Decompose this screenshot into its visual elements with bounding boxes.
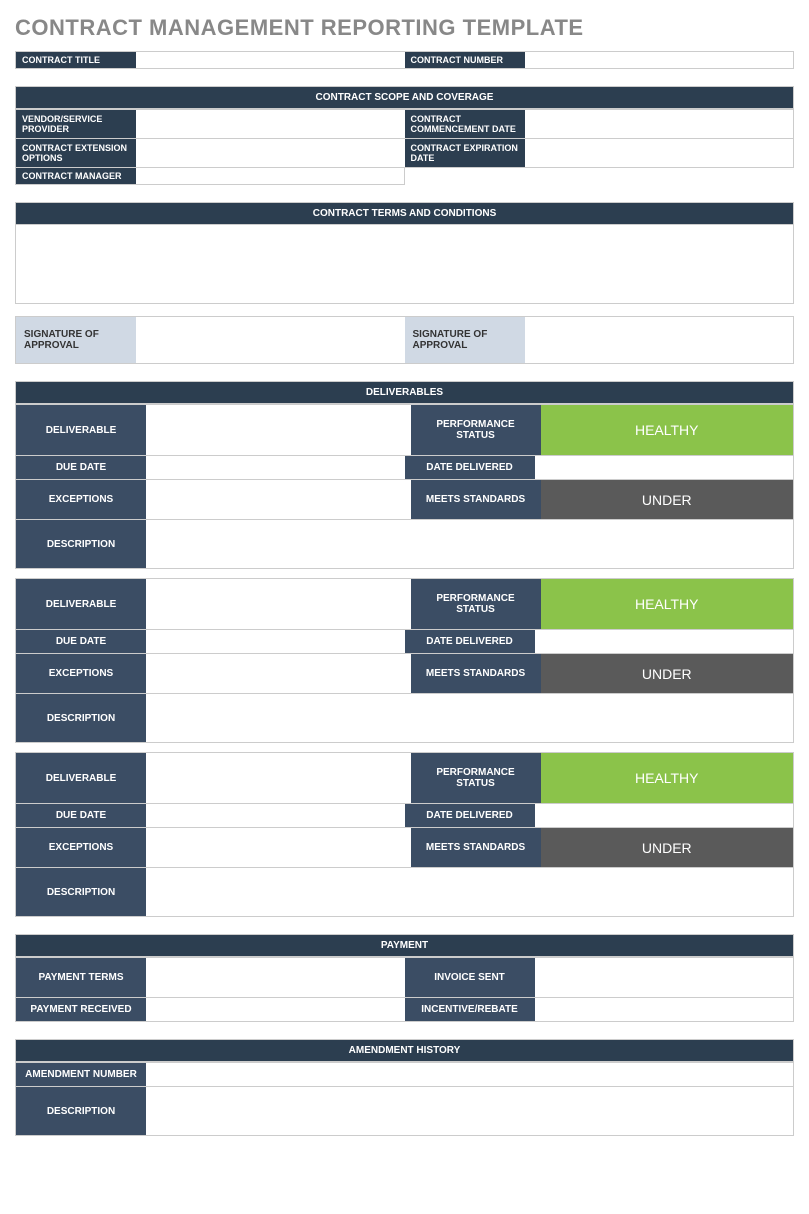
date-delivered-value[interactable] bbox=[535, 630, 794, 653]
date-delivered-label: DATE DELIVERED bbox=[405, 804, 535, 827]
performance-status[interactable]: HEALTHY bbox=[541, 753, 794, 803]
description-label: DESCRIPTION bbox=[16, 868, 146, 916]
meets-standards-label: MEETS STANDARDS bbox=[411, 480, 541, 519]
description-value[interactable] bbox=[146, 520, 793, 568]
meets-standards-label: MEETS STANDARDS bbox=[411, 828, 541, 867]
amendment-header: AMENDMENT HISTORY bbox=[15, 1039, 794, 1062]
payment-received-label: PAYMENT RECEIVED bbox=[16, 998, 146, 1021]
contract-number-label: CONTRACT NUMBER bbox=[405, 52, 525, 68]
signature-1-label: SIGNATURE OF APPROVAL bbox=[16, 317, 136, 363]
performance-label: PERFORMANCE STATUS bbox=[411, 579, 541, 629]
signature-1-value[interactable] bbox=[136, 317, 405, 363]
extension-label: CONTRACT EXTENSION OPTIONS bbox=[16, 139, 136, 167]
performance-label: PERFORMANCE STATUS bbox=[411, 753, 541, 803]
deliverables-header: DELIVERABLES bbox=[15, 381, 794, 404]
description-label: DESCRIPTION bbox=[16, 520, 146, 568]
payment-received-value[interactable] bbox=[146, 998, 405, 1021]
exceptions-label: EXCEPTIONS bbox=[16, 654, 146, 693]
exceptions-value[interactable] bbox=[146, 654, 411, 693]
scope-header: CONTRACT SCOPE AND COVERAGE bbox=[15, 86, 794, 109]
expiration-value[interactable] bbox=[525, 139, 794, 167]
signature-2-label: SIGNATURE OF APPROVAL bbox=[405, 317, 525, 363]
deliverable-value[interactable] bbox=[146, 753, 411, 803]
invoice-sent-label: INVOICE SENT bbox=[405, 958, 535, 997]
commencement-label: CONTRACT COMMENCEMENT DATE bbox=[405, 110, 525, 138]
exceptions-label: EXCEPTIONS bbox=[16, 828, 146, 867]
contract-title-value[interactable] bbox=[136, 52, 405, 68]
terms-content[interactable] bbox=[15, 224, 794, 304]
amendment-description-value[interactable] bbox=[146, 1087, 793, 1135]
payment-terms-label: PAYMENT TERMS bbox=[16, 958, 146, 997]
signature-2-value[interactable] bbox=[525, 317, 794, 363]
deliverable-block: DELIVERABLE PERFORMANCE STATUS HEALTHY D… bbox=[15, 752, 794, 917]
deliverables-section: DELIVERABLES DELIVERABLE PERFORMANCE STA… bbox=[15, 381, 794, 917]
expiration-label: CONTRACT EXPIRATION DATE bbox=[405, 139, 525, 167]
date-delivered-value[interactable] bbox=[535, 804, 794, 827]
exceptions-value[interactable] bbox=[146, 828, 411, 867]
amendment-section: AMENDMENT HISTORY AMENDMENT NUMBER DESCR… bbox=[15, 1039, 794, 1136]
due-date-value[interactable] bbox=[146, 630, 405, 653]
due-date-label: DUE DATE bbox=[16, 456, 146, 479]
deliverable-block: DELIVERABLE PERFORMANCE STATUS HEALTHY D… bbox=[15, 404, 794, 569]
date-delivered-value[interactable] bbox=[535, 456, 794, 479]
vendor-label: VENDOR/SERVICE PROVIDER bbox=[16, 110, 136, 138]
terms-header: CONTRACT TERMS AND CONDITIONS bbox=[15, 202, 794, 225]
due-date-label: DUE DATE bbox=[16, 804, 146, 827]
deliverable-value[interactable] bbox=[146, 579, 411, 629]
amendment-number-value[interactable] bbox=[146, 1063, 793, 1086]
meets-standards-status[interactable]: UNDER bbox=[541, 828, 794, 867]
meets-standards-status[interactable]: UNDER bbox=[541, 654, 794, 693]
amendment-number-label: AMENDMENT NUMBER bbox=[16, 1063, 146, 1086]
description-value[interactable] bbox=[146, 694, 793, 742]
contract-title-section: CONTRACT TITLE CONTRACT NUMBER bbox=[15, 51, 794, 69]
vendor-value[interactable] bbox=[136, 110, 405, 138]
commencement-value[interactable] bbox=[525, 110, 794, 138]
performance-label: PERFORMANCE STATUS bbox=[411, 405, 541, 455]
amendment-description-label: DESCRIPTION bbox=[16, 1087, 146, 1135]
due-date-label: DUE DATE bbox=[16, 630, 146, 653]
date-delivered-label: DATE DELIVERED bbox=[405, 630, 535, 653]
terms-section: CONTRACT TERMS AND CONDITIONS SIGNATURE … bbox=[15, 202, 794, 364]
deliverable-value[interactable] bbox=[146, 405, 411, 455]
payment-header: PAYMENT bbox=[15, 934, 794, 957]
incentive-rebate-label: INCENTIVE/REBATE bbox=[405, 998, 535, 1021]
deliverable-label: DELIVERABLE bbox=[16, 579, 146, 629]
date-delivered-label: DATE DELIVERED bbox=[405, 456, 535, 479]
exceptions-value[interactable] bbox=[146, 480, 411, 519]
payment-terms-value[interactable] bbox=[146, 958, 405, 997]
scope-section: CONTRACT SCOPE AND COVERAGE VENDOR/SERVI… bbox=[15, 86, 794, 185]
due-date-value[interactable] bbox=[146, 456, 405, 479]
manager-label: CONTRACT MANAGER bbox=[16, 168, 136, 184]
incentive-rebate-value[interactable] bbox=[535, 998, 794, 1021]
description-value[interactable] bbox=[146, 868, 793, 916]
meets-standards-status[interactable]: UNDER bbox=[541, 480, 794, 519]
invoice-sent-value[interactable] bbox=[535, 958, 794, 997]
performance-status[interactable]: HEALTHY bbox=[541, 405, 794, 455]
manager-value[interactable] bbox=[136, 168, 404, 184]
deliverable-block: DELIVERABLE PERFORMANCE STATUS HEALTHY D… bbox=[15, 578, 794, 743]
deliverable-label: DELIVERABLE bbox=[16, 405, 146, 455]
exceptions-label: EXCEPTIONS bbox=[16, 480, 146, 519]
payment-section: PAYMENT PAYMENT TERMS INVOICE SENT PAYME… bbox=[15, 934, 794, 1022]
meets-standards-label: MEETS STANDARDS bbox=[411, 654, 541, 693]
page-title: CONTRACT MANAGEMENT REPORTING TEMPLATE bbox=[15, 15, 794, 41]
deliverable-label: DELIVERABLE bbox=[16, 753, 146, 803]
due-date-value[interactable] bbox=[146, 804, 405, 827]
extension-value[interactable] bbox=[136, 139, 405, 167]
description-label: DESCRIPTION bbox=[16, 694, 146, 742]
contract-title-label: CONTRACT TITLE bbox=[16, 52, 136, 68]
contract-number-value[interactable] bbox=[525, 52, 794, 68]
performance-status[interactable]: HEALTHY bbox=[541, 579, 794, 629]
